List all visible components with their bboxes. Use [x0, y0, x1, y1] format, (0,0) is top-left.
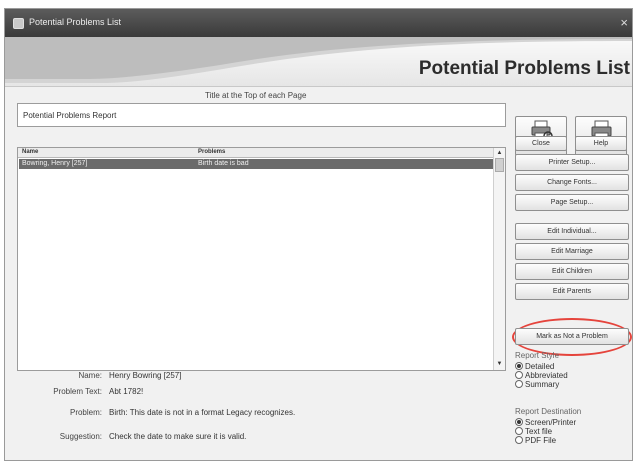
list-header: Name Problems [18, 148, 494, 158]
row-name: Bowring, Henry [257] [22, 160, 88, 167]
radio-screen-printer-label: Screen/Printer [525, 418, 577, 427]
scroll-up-icon[interactable]: ▲ [496, 150, 503, 157]
report-style-legend: Report Style [515, 351, 560, 360]
help-button[interactable]: Help [575, 136, 627, 151]
problem-text-label: Problem Text: [53, 387, 102, 396]
edit-children-button[interactable]: Edit Children [515, 263, 629, 280]
page-setup-button[interactable]: Page Setup... [515, 194, 629, 211]
suggestion-value: Check the date to make sure it is valid. [109, 432, 247, 441]
radio-pdf-file-label: PDF File [525, 436, 557, 445]
radio-text-file[interactable] [515, 427, 523, 435]
radio-abbreviated-label: Abbreviated [525, 371, 568, 380]
change-fonts-button[interactable]: Change Fonts... [515, 174, 629, 191]
report-style-option-abbreviated[interactable]: Abbreviated [515, 371, 568, 380]
destination-option-pdf[interactable]: PDF File [515, 436, 581, 445]
radio-summary[interactable] [515, 380, 523, 388]
page-title-label: Title at the Top of each Page [205, 91, 307, 100]
edit-marriage-button[interactable]: Edit Marriage [515, 243, 629, 260]
scroll-thumb[interactable] [495, 158, 504, 172]
page-title-input[interactable] [17, 103, 506, 127]
report-destination-legend: Report Destination [515, 407, 582, 416]
radio-pdf-file[interactable] [515, 436, 523, 444]
radio-screen-printer[interactable] [515, 418, 523, 426]
close-button[interactable]: Close [515, 136, 567, 151]
problem-text-value: Abt 1782! [109, 387, 144, 396]
report-destination-group: Report Destination Screen/Printer Text f… [515, 407, 581, 445]
app-icon [13, 18, 24, 29]
name-value: Henry Bowring [257] [109, 371, 182, 380]
scroll-down-icon[interactable]: ▼ [496, 361, 503, 368]
edit-individual-button[interactable]: Edit Individual... [515, 223, 629, 240]
radio-summary-label: Summary [525, 380, 560, 389]
list-row-selected[interactable]: Bowring, Henry [257] Birth date is bad [19, 159, 494, 169]
header-banner: Potential Problems List [5, 37, 632, 87]
problem-label: Problem: [69, 408, 102, 417]
destination-option-text[interactable]: Text file [515, 427, 581, 436]
printer-setup-button[interactable]: Printer Setup... [515, 154, 629, 171]
row-problem: Birth date is bad [198, 160, 249, 167]
report-style-group: Report Style Detailed Abbreviated Summar… [515, 351, 568, 389]
radio-text-file-label: Text file [525, 427, 553, 436]
radio-detailed[interactable] [515, 362, 523, 370]
column-header-problems[interactable]: Problems [198, 149, 225, 155]
mark-not-problem-button[interactable]: Mark as Not a Problem [515, 328, 629, 345]
problems-list[interactable]: Name Problems Bowring, Henry [257] Birth… [17, 147, 506, 371]
column-header-name[interactable]: Name [22, 149, 38, 155]
banner-title: Potential Problems List [418, 58, 630, 79]
report-style-option-summary[interactable]: Summary [515, 380, 568, 389]
window-title: Potential Problems List [29, 17, 122, 27]
edit-parents-button[interactable]: Edit Parents [515, 283, 629, 300]
report-style-option-detailed[interactable]: Detailed [515, 362, 568, 371]
suggestion-label: Suggestion: [59, 432, 102, 441]
close-icon[interactable]: × [620, 15, 628, 30]
problem-value: Birth: This date is not in a format Lega… [109, 408, 296, 417]
list-scrollbar[interactable]: ▲ ▼ [493, 148, 505, 370]
destination-option-screen[interactable]: Screen/Printer [515, 418, 581, 427]
title-bar[interactable]: Potential Problems List × [5, 9, 632, 37]
radio-abbreviated[interactable] [515, 371, 523, 379]
radio-detailed-label: Detailed [525, 362, 555, 371]
potential-problems-window: Potential Problems List × Potential Prob… [4, 8, 633, 461]
name-label: Name: [78, 371, 102, 380]
